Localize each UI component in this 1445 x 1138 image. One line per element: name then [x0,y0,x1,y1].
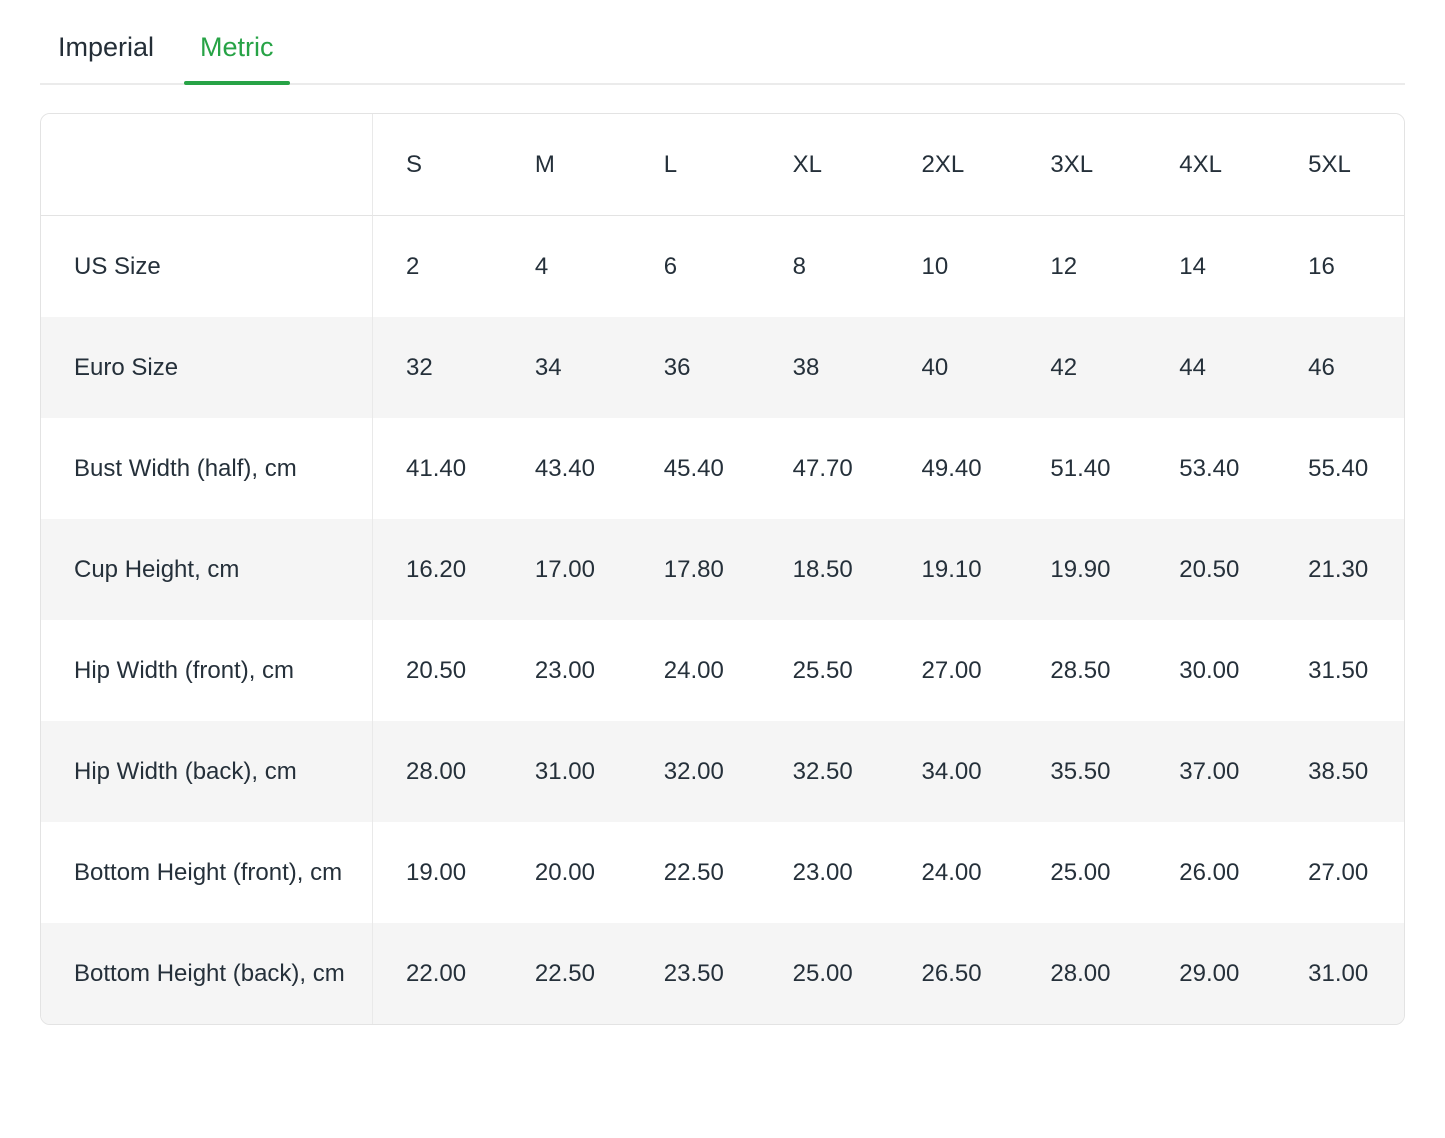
table-row: Bust Width (half), cm41.4043.4045.4047.7… [41,418,1404,519]
value-cell: 38.50 [1275,721,1404,822]
value-cell: 10 [889,216,1018,317]
value-cell: 22.50 [631,822,760,923]
value-cell: 16.20 [373,519,502,620]
size-column-header: 2XL [889,114,1018,216]
value-cell: 31.00 [1275,923,1404,1024]
size-column-header: M [502,114,631,216]
value-cell: 19.00 [373,822,502,923]
tab-imperial[interactable]: Imperial [42,22,170,83]
units-tabbar: Imperial Metric [40,0,1405,85]
size-column-header: 4XL [1146,114,1275,216]
size-table: SMLXL2XL3XL4XL5XL US Size246810121416Eur… [41,114,1404,1024]
tab-metric[interactable]: Metric [184,22,290,83]
table-row: Hip Width (front), cm20.5023.0024.0025.5… [41,620,1404,721]
value-cell: 21.30 [1275,519,1404,620]
value-cell: 20.00 [502,822,631,923]
value-cell: 32 [373,317,502,418]
value-cell: 24.00 [631,620,760,721]
value-cell: 27.00 [889,620,1018,721]
size-column-header: 3XL [1017,114,1146,216]
value-cell: 25.00 [760,923,889,1024]
value-cell: 31.50 [1275,620,1404,721]
value-cell: 49.40 [889,418,1018,519]
row-label: Bottom Height (back), cm [41,923,373,1024]
value-cell: 43.40 [502,418,631,519]
value-cell: 23.00 [760,822,889,923]
size-column-header: S [373,114,502,216]
value-cell: 53.40 [1146,418,1275,519]
value-cell: 8 [760,216,889,317]
value-cell: 26.00 [1146,822,1275,923]
row-label: Cup Height, cm [41,519,373,620]
value-cell: 20.50 [373,620,502,721]
value-cell: 25.50 [760,620,889,721]
value-cell: 31.00 [502,721,631,822]
value-cell: 28.00 [1017,923,1146,1024]
table-row: Bottom Height (front), cm19.0020.0022.50… [41,822,1404,923]
table-row: Hip Width (back), cm28.0031.0032.0032.50… [41,721,1404,822]
value-cell: 22.00 [373,923,502,1024]
value-cell: 19.10 [889,519,1018,620]
table-corner-cell [41,114,373,216]
value-cell: 41.40 [373,418,502,519]
value-cell: 20.50 [1146,519,1275,620]
value-cell: 40 [889,317,1018,418]
value-cell: 2 [373,216,502,317]
table-row: Euro Size3234363840424446 [41,317,1404,418]
value-cell: 55.40 [1275,418,1404,519]
value-cell: 32.00 [631,721,760,822]
value-cell: 12 [1017,216,1146,317]
value-cell: 51.40 [1017,418,1146,519]
value-cell: 27.00 [1275,822,1404,923]
table-row: Bottom Height (back), cm22.0022.5023.502… [41,923,1404,1024]
table-row: US Size246810121416 [41,216,1404,317]
value-cell: 28.50 [1017,620,1146,721]
value-cell: 19.90 [1017,519,1146,620]
value-cell: 26.50 [889,923,1018,1024]
value-cell: 28.00 [373,721,502,822]
value-cell: 23.00 [502,620,631,721]
value-cell: 34.00 [889,721,1018,822]
value-cell: 32.50 [760,721,889,822]
size-column-header: 5XL [1275,114,1404,216]
value-cell: 37.00 [1146,721,1275,822]
value-cell: 25.00 [1017,822,1146,923]
value-cell: 16 [1275,216,1404,317]
value-cell: 46 [1275,317,1404,418]
value-cell: 22.50 [502,923,631,1024]
size-column-header: XL [760,114,889,216]
value-cell: 35.50 [1017,721,1146,822]
value-cell: 4 [502,216,631,317]
size-column-header: L [631,114,760,216]
row-label: Bottom Height (front), cm [41,822,373,923]
row-label: Euro Size [41,317,373,418]
value-cell: 6 [631,216,760,317]
value-cell: 47.70 [760,418,889,519]
value-cell: 18.50 [760,519,889,620]
value-cell: 29.00 [1146,923,1275,1024]
row-label: Hip Width (back), cm [41,721,373,822]
value-cell: 34 [502,317,631,418]
value-cell: 14 [1146,216,1275,317]
size-table-container: SMLXL2XL3XL4XL5XL US Size246810121416Eur… [40,113,1405,1025]
value-cell: 44 [1146,317,1275,418]
value-cell: 42 [1017,317,1146,418]
value-cell: 23.50 [631,923,760,1024]
table-row: Cup Height, cm16.2017.0017.8018.5019.101… [41,519,1404,620]
value-cell: 17.00 [502,519,631,620]
table-header-row: SMLXL2XL3XL4XL5XL [41,114,1404,216]
row-label: Hip Width (front), cm [41,620,373,721]
value-cell: 36 [631,317,760,418]
value-cell: 24.00 [889,822,1018,923]
value-cell: 45.40 [631,418,760,519]
value-cell: 38 [760,317,889,418]
value-cell: 17.80 [631,519,760,620]
size-chart-page: Imperial Metric SMLXL2XL3XL4XL5XL US Siz… [0,0,1445,1138]
row-label: Bust Width (half), cm [41,418,373,519]
row-label: US Size [41,216,373,317]
value-cell: 30.00 [1146,620,1275,721]
